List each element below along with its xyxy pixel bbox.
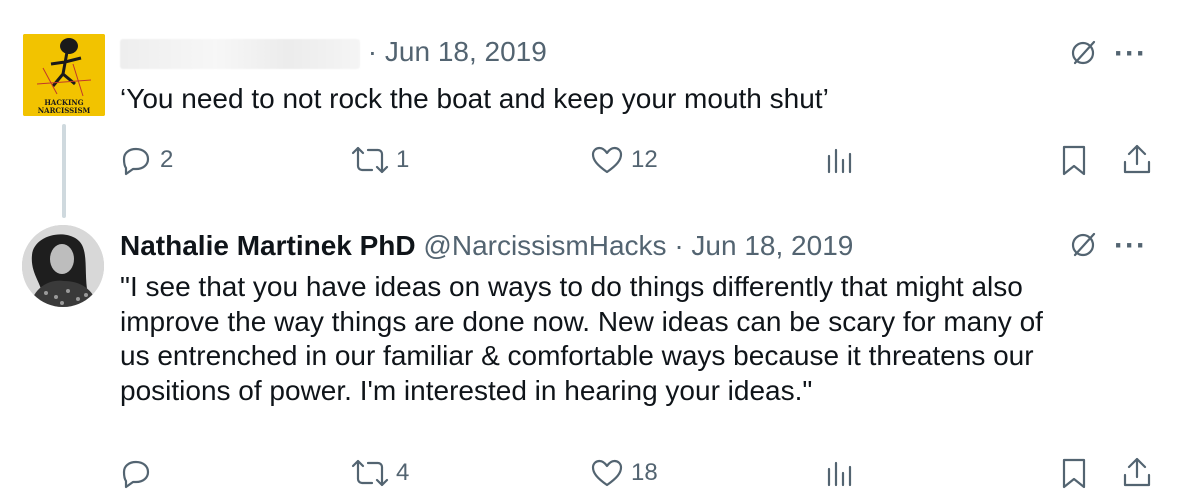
retweet-count: 1 xyxy=(396,146,410,173)
more-button[interactable]: ··· xyxy=(1114,39,1147,69)
reply-button[interactable] xyxy=(118,455,160,491)
avatar[interactable]: HACKING NARCISSISM xyxy=(23,34,105,116)
bookmark-icon xyxy=(1062,145,1086,176)
grok-button[interactable] xyxy=(1066,228,1100,267)
bookmark-button[interactable] xyxy=(1056,142,1092,178)
reply-count: 2 xyxy=(160,146,174,173)
tweet-header: · Jun 18, 2019 xyxy=(120,35,547,69)
bookmark-button[interactable] xyxy=(1056,455,1092,491)
author-handle[interactable]: @NarcissismHacks xyxy=(423,230,666,261)
retweet-count: 4 xyxy=(396,459,410,486)
reply-icon xyxy=(122,147,150,176)
grok-icon xyxy=(1071,232,1096,257)
reply-icon xyxy=(122,460,150,489)
tweet-date[interactable]: Jun 18, 2019 xyxy=(385,36,547,67)
avatar-photo xyxy=(22,225,104,307)
like-count: 12 xyxy=(631,146,658,173)
tweet-text-line: positions of power. I'm interested in he… xyxy=(120,374,813,406)
views-icon xyxy=(827,461,852,487)
tweet-text: ‘You need to not rock the boat and keep … xyxy=(120,83,829,114)
views-button[interactable] xyxy=(822,455,858,491)
share-icon xyxy=(1123,457,1151,487)
tweet-header: Nathalie Martinek PhD @NarcissismHacks ·… xyxy=(120,229,853,263)
redacted-author xyxy=(120,38,360,69)
tweet-text-line: "I see that you have ideas on ways to do… xyxy=(120,271,1023,302)
retweet-button[interactable]: 4 xyxy=(350,455,409,491)
like-button[interactable]: 12 xyxy=(589,142,658,178)
retweet-button[interactable]: 1 xyxy=(350,142,409,178)
retweet-icon xyxy=(351,459,389,487)
like-button[interactable]: 18 xyxy=(589,455,658,491)
bookmark-icon xyxy=(1062,458,1086,489)
reply-button[interactable]: 2 xyxy=(118,142,173,178)
avatar-caption: HACKING NARCISSISM xyxy=(37,98,91,115)
like-icon xyxy=(591,146,623,174)
author-name[interactable]: Nathalie Martinek PhD xyxy=(120,230,416,261)
share-button[interactable] xyxy=(1119,142,1155,178)
more-button[interactable]: ··· xyxy=(1114,231,1147,261)
tweet-text: "I see that you have ideas on ways to do… xyxy=(120,270,1043,408)
share-icon xyxy=(1123,144,1151,174)
retweet-icon xyxy=(351,146,389,174)
share-button[interactable] xyxy=(1119,455,1155,491)
tweet-text-line: improve the way things are done now. New… xyxy=(120,305,1043,337)
grok-button[interactable] xyxy=(1066,36,1100,75)
like-count: 18 xyxy=(631,459,658,486)
tweet-text-line: us entrenched in our familiar & comforta… xyxy=(120,340,1034,371)
like-icon xyxy=(591,459,623,487)
separator: · xyxy=(674,230,684,261)
views-button[interactable] xyxy=(822,142,858,178)
grok-icon xyxy=(1071,40,1096,65)
avatar[interactable] xyxy=(22,225,104,307)
thread-line xyxy=(62,124,66,218)
views-icon xyxy=(827,148,852,174)
separator: · xyxy=(367,36,378,67)
tweet-date[interactable]: Jun 18, 2019 xyxy=(691,230,853,261)
